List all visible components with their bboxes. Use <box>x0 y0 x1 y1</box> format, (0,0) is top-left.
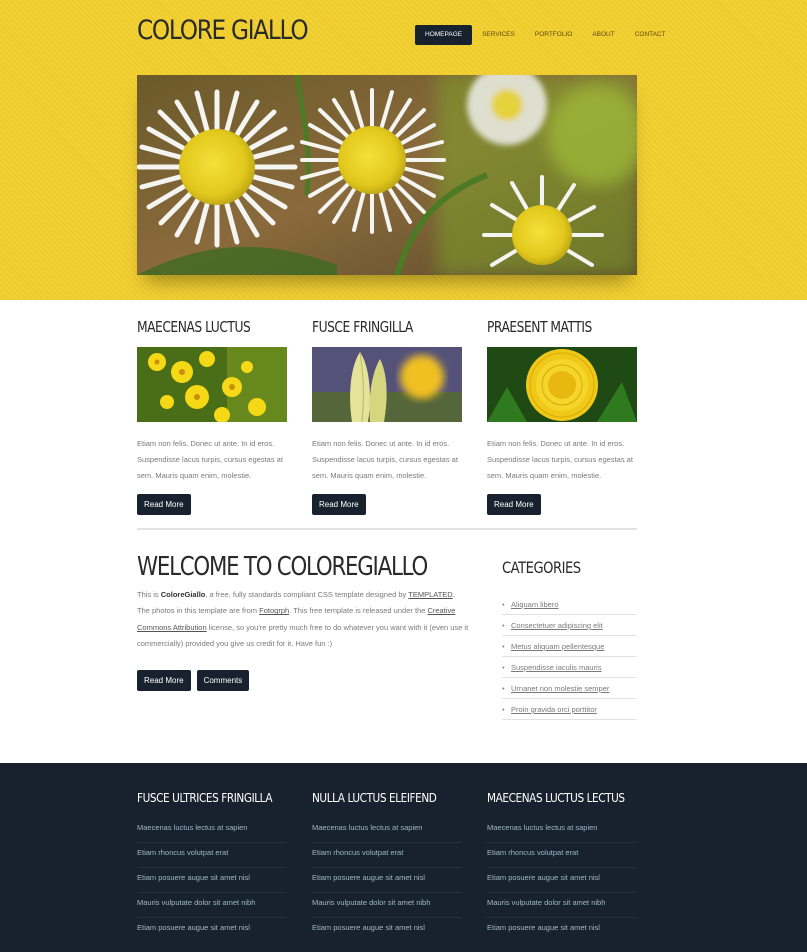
category-link[interactable]: Proin gravida orci porttitor <box>511 705 597 714</box>
footer-column-title: MAECENAS LUCTUS LECTUS <box>487 790 625 805</box>
footer-link[interactable]: Etiam posuere augue sit amet nisl <box>137 868 287 893</box>
welcome-text-part: , a free, fully standards compliant CSS … <box>205 590 409 599</box>
footer-link[interactable]: Mauris vulputate dolor sit amet nibh <box>137 893 287 918</box>
menu-item-about[interactable]: ABOUT <box>582 25 624 45</box>
category-link[interactable]: Urnanet non molestie semper <box>511 684 609 693</box>
category-link[interactable]: Aliquam libero <box>511 600 559 609</box>
footer-link[interactable]: Maecenas luctus lectus at sapien <box>312 818 462 843</box>
bullet-icon: • <box>502 642 505 651</box>
category-item: • Urnanet non molestie semper <box>502 678 637 699</box>
read-more-button[interactable]: Read More <box>137 494 191 515</box>
menu-item-portfolio[interactable]: PORTFOLIO <box>525 25 582 45</box>
footer: FUSCE ULTRICES FRINGILLA Maecenas luctus… <box>0 763 807 952</box>
column-image-tulips <box>312 347 462 422</box>
footer-link[interactable]: Etiam posuere augue sit amet nisl <box>312 918 462 943</box>
welcome-text: This is ColoreGiallo, a free, fully stan… <box>137 587 469 652</box>
footer-link-list: Maecenas luctus lectus at sapien Etiam r… <box>487 818 637 943</box>
footer-link-list: Maecenas luctus lectus at sapien Etiam r… <box>312 818 462 943</box>
footer-link[interactable]: Maecenas luctus lectus at sapien <box>487 818 637 843</box>
footer-link[interactable]: Etiam rhoncus volutpat erat <box>487 843 637 868</box>
column-text: Etiam non felis. Donec ut ante. In id er… <box>137 439 283 480</box>
brand-name: ColoreGiallo <box>160 590 206 599</box>
fotogrph-link[interactable]: Fotogrph <box>259 606 289 615</box>
category-item: • Metus aliquam pellentesque <box>502 636 637 657</box>
column-title: FUSCE FRINGILLA <box>312 318 413 336</box>
categories-list: • Aliquam libero • Consectetuer adipiscing… <box>502 594 637 720</box>
bullet-icon: • <box>502 621 505 630</box>
footer-column-1: FUSCE ULTRICES FRINGILLA Maecenas luctus… <box>137 790 287 943</box>
banner-image <box>137 75 637 275</box>
category-item: • Consectetuer adipiscing elit <box>502 615 637 636</box>
feature-column-1: MAECENAS LUCTUS Etiam non felis. Donec u… <box>137 318 287 515</box>
footer-link[interactable]: Etiam posuere augue sit amet nisl <box>137 918 287 943</box>
welcome-title: WELCOME TO COLOREGIALLO <box>137 552 428 582</box>
category-item: • Suspendisse iaculis mauris <box>502 657 637 678</box>
footer-link[interactable]: Etiam posuere augue sit amet nisl <box>312 868 462 893</box>
footer-column-title: FUSCE ULTRICES FRINGILLA <box>137 790 273 805</box>
feature-column-3: PRAESENT MATTIS Etiam non felis. Donec u… <box>487 318 637 515</box>
footer-link-list: Maecenas luctus lectus at sapien Etiam r… <box>137 818 287 943</box>
menu-item-services[interactable]: SERVICES <box>472 25 525 45</box>
footer-column-3: MAECENAS LUCTUS LECTUS Maecenas luctus l… <box>487 790 637 943</box>
read-more-button[interactable]: Read More <box>312 494 366 515</box>
footer-link[interactable]: Maecenas luctus lectus at sapien <box>137 818 287 843</box>
welcome-text-part: . This free template is released under t… <box>289 606 428 616</box>
welcome-buttons: Read More Comments <box>137 670 250 691</box>
read-more-button[interactable]: Read More <box>487 494 541 515</box>
header: COLORE GIALLO HOMEPAGE SERVICES PORTFOLI… <box>0 0 807 300</box>
column-title: MAECENAS LUCTUS <box>137 318 251 336</box>
column-text: Etiam non felis. Donec ut ante. In id er… <box>487 439 633 480</box>
categories-title: CATEGORIES <box>502 558 581 577</box>
category-item: • Aliquam libero <box>502 594 637 615</box>
category-item: • Proin gravida orci porttitor <box>502 699 637 720</box>
bullet-icon: • <box>502 705 505 714</box>
footer-link[interactable]: Mauris vulputate dolor sit amet nibh <box>312 893 462 918</box>
footer-link[interactable]: Mauris vulputate dolor sit amet nibh <box>487 893 637 918</box>
menu-item-homepage[interactable]: HOMEPAGE <box>415 25 473 45</box>
bullet-icon: • <box>502 600 505 609</box>
category-link[interactable]: Consectetuer adipiscing elit <box>511 621 603 630</box>
column-image-yellow-flowers <box>137 347 287 422</box>
footer-link[interactable]: Etiam posuere augue sit amet nisl <box>487 918 637 943</box>
templated-link[interactable]: TEMPLATED <box>408 590 452 599</box>
menu-item-contact[interactable]: CONTACT <box>625 25 676 45</box>
read-more-button[interactable]: Read More <box>137 670 191 691</box>
footer-link[interactable]: Etiam posuere augue sit amet nisl <box>487 868 637 893</box>
category-link[interactable]: Suspendisse iaculis mauris <box>511 663 601 672</box>
column-text: Etiam non felis. Donec ut ante. In id er… <box>312 439 458 480</box>
column-title: PRAESENT MATTIS <box>487 318 592 336</box>
footer-column-title: NULLA LUCTUS ELEIFEND <box>312 790 437 805</box>
bullet-icon: • <box>502 663 505 672</box>
column-image-marigold <box>487 347 637 422</box>
footer-column-2: NULLA LUCTUS ELEIFEND Maecenas luctus le… <box>312 790 462 943</box>
feature-column-2: FUSCE FRINGILLA Etiam non felis. Donec u… <box>312 318 462 515</box>
footer-link[interactable]: Etiam rhoncus volutpat erat <box>312 843 462 868</box>
welcome-text-part: This is <box>137 590 161 599</box>
bullet-icon: • <box>502 684 505 693</box>
site-logo[interactable]: COLORE GIALLO <box>137 15 309 46</box>
category-link[interactable]: Metus aliquam pellentesque <box>511 642 604 651</box>
footer-link[interactable]: Etiam rhoncus volutpat erat <box>137 843 287 868</box>
section-divider <box>137 528 637 530</box>
comments-button[interactable]: Comments <box>196 670 250 691</box>
main-menu: HOMEPAGE SERVICES PORTFOLIO ABOUT CONTAC… <box>415 25 676 45</box>
